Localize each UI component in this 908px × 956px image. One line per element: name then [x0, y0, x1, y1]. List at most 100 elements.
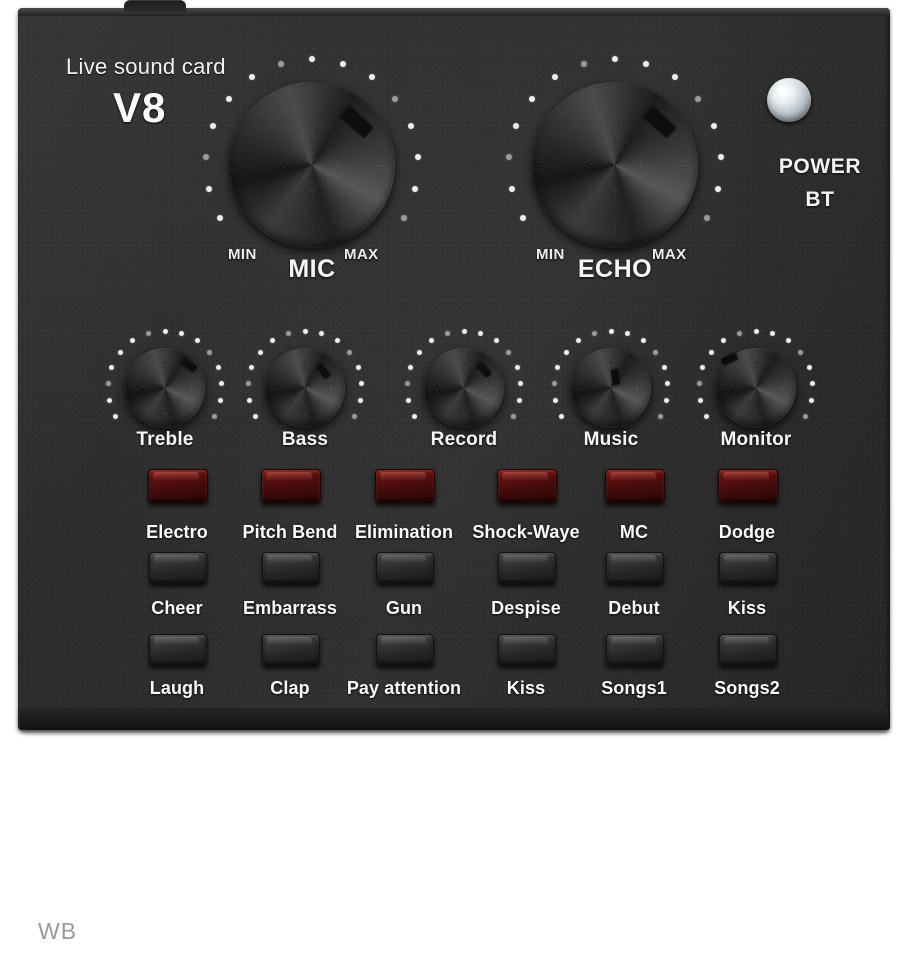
- knob-scale-dot: [591, 331, 597, 337]
- knob-scale-dot: [162, 328, 168, 334]
- effect-button-label-songs2-r3: Songs2: [714, 678, 780, 698]
- knob-scale-dot: [302, 328, 308, 334]
- product-photo: Live sound card V8 POWER BT MIN MAX MIC MIN…: [0, 0, 908, 956]
- knob-scale-dot: [215, 364, 221, 370]
- knob-scale-dot: [277, 60, 284, 67]
- knob-scale-dot: [416, 349, 422, 355]
- knob-bass-pointer: [315, 362, 331, 380]
- effect-button-despise-r2[interactable]: [498, 552, 556, 584]
- knob-scale-dot: [753, 328, 759, 334]
- knob-treble-face[interactable]: [125, 348, 205, 428]
- knob-scale-dot: [696, 381, 702, 387]
- knob-scale-dot: [710, 123, 717, 130]
- effect-button-mc-r1[interactable]: [605, 469, 665, 503]
- knob-scale-dot: [391, 95, 398, 102]
- knob-scale-dot: [736, 331, 742, 337]
- knob-mic-pointer: [339, 105, 374, 139]
- knob-music-pointer: [610, 368, 620, 385]
- effect-button-elimination-r1[interactable]: [375, 469, 435, 503]
- knob-mic-label: MIC: [288, 255, 336, 283]
- knob-record-face[interactable]: [424, 348, 504, 428]
- brand-title: Live sound card: [66, 54, 226, 79]
- knob-scale-dot: [694, 95, 701, 102]
- bt-label: BT: [805, 188, 835, 211]
- knob-scale-dot: [643, 60, 650, 67]
- device-bottom-edge: [20, 708, 888, 730]
- knob-scale-dot: [529, 95, 536, 102]
- effect-button-dodge-r1[interactable]: [718, 469, 778, 503]
- knob-scale-dot: [407, 123, 414, 130]
- knob-scale-dot: [145, 331, 151, 337]
- knob-scale-dot: [245, 381, 251, 387]
- knob-monitor-face[interactable]: [716, 348, 796, 428]
- knob-monitor-label: Monitor: [720, 429, 792, 450]
- knob-scale-dot: [661, 364, 667, 370]
- knob-scale-dot: [414, 154, 421, 161]
- knob-mic-face[interactable]: [229, 82, 395, 248]
- watermark: WB: [38, 918, 78, 944]
- knob-scale-dot: [510, 414, 516, 419]
- knob-music-face[interactable]: [571, 348, 651, 428]
- knob-scale-dot: [806, 364, 812, 370]
- knob-bass-face[interactable]: [265, 348, 345, 428]
- knob-scale-dot: [444, 331, 450, 337]
- effect-button-laugh-r3[interactable]: [149, 634, 207, 666]
- effect-button-label-kiss-r2: Kiss: [727, 598, 767, 618]
- effect-button-embarrass-r2[interactable]: [262, 552, 320, 584]
- knob-echo-pointer: [642, 105, 677, 139]
- knob-scale-dot: [404, 381, 410, 387]
- effect-button-electro-r1[interactable]: [148, 469, 208, 503]
- knob-scale-dot: [708, 349, 714, 355]
- knob-scale-dot: [551, 381, 557, 387]
- effect-button-gun-r2[interactable]: [376, 552, 434, 584]
- knob-scale-dot: [347, 349, 353, 355]
- knob-scale-dot: [309, 56, 315, 62]
- knob-scale-dot: [412, 185, 419, 192]
- knob-scale-dot: [355, 364, 361, 370]
- knob-scale-dot: [802, 414, 808, 419]
- knob-scale-dot: [205, 185, 212, 192]
- knob-scale-dot: [105, 381, 111, 387]
- knob-scale-dot: [400, 215, 407, 221]
- effect-button-clap-r3[interactable]: [262, 634, 320, 666]
- effect-button-songs1-r3[interactable]: [606, 634, 664, 666]
- knob-scale-dot: [285, 331, 291, 337]
- knob-scale-dot: [715, 185, 722, 192]
- effect-button-pay-attention-r3[interactable]: [376, 634, 434, 666]
- knob-scale-dot: [612, 56, 618, 62]
- knob-record-pointer: [475, 361, 492, 378]
- effect-button-cheer-r2[interactable]: [149, 552, 207, 584]
- effect-button-label-dodge-r1: Dodge: [718, 522, 776, 542]
- knob-scale-dot: [657, 414, 663, 419]
- knob-scale-dot: [506, 349, 512, 355]
- knob-scale-dot: [514, 364, 520, 370]
- effect-button-kiss-r2[interactable]: [719, 552, 777, 584]
- knob-scale-dot: [461, 328, 467, 334]
- knob-scale-dot: [563, 349, 569, 355]
- knob-scale-dot: [211, 414, 217, 419]
- knob-scale-dot: [207, 349, 213, 355]
- rear-connector-bump: [124, 0, 186, 12]
- effect-button-pitch-bend-r1[interactable]: [261, 469, 321, 503]
- effect-button-shock-waye-r1[interactable]: [497, 469, 557, 503]
- model-name: V8: [113, 84, 167, 131]
- power-label: POWER: [778, 155, 862, 178]
- effect-button-songs2-r3[interactable]: [719, 634, 777, 666]
- knob-echo-face[interactable]: [532, 82, 698, 248]
- knob-scale-dot: [226, 95, 233, 102]
- knob-echo-label: ECHO: [577, 255, 653, 283]
- power-led-indicator: [767, 78, 811, 122]
- knob-scale-dot: [798, 349, 804, 355]
- knob-scale-dot: [703, 215, 710, 221]
- knob-scale-dot: [340, 60, 347, 67]
- effect-button-kiss-r3[interactable]: [498, 634, 556, 666]
- knob-scale-dot: [608, 328, 614, 334]
- knob-scale-dot: [580, 60, 587, 67]
- knob-scale-dot: [717, 154, 724, 161]
- knob-scale-dot: [117, 349, 123, 355]
- knob-scale-dot: [508, 185, 515, 192]
- knob-scale-dot: [257, 349, 263, 355]
- knob-scale-dot: [351, 414, 357, 419]
- knob-scale-dot: [653, 349, 659, 355]
- effect-button-debut-r2[interactable]: [606, 552, 664, 584]
